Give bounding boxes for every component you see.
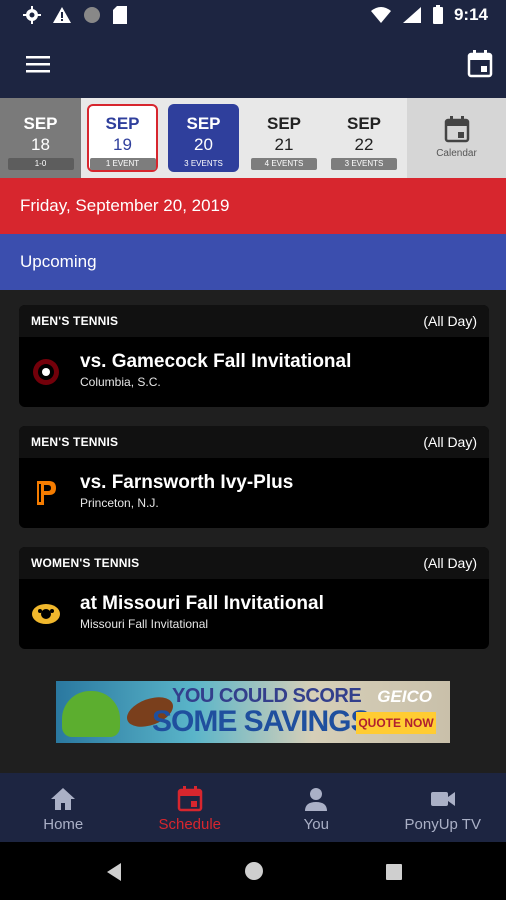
date-day: 18: [31, 135, 50, 154]
nav-home-label: Home: [43, 816, 84, 833]
app-bar: [0, 32, 506, 98]
back-icon[interactable]: [105, 862, 123, 882]
date-badge: 1-0: [7, 158, 74, 170]
person-icon: [305, 788, 328, 811]
signal-icon: [402, 7, 421, 23]
circle-status-icon: [84, 7, 100, 23]
date-day: 20: [194, 135, 213, 154]
ad-subheadline: SOME SAVINGS: [152, 705, 370, 738]
event-sport: MEN'S TENNIS: [31, 314, 119, 328]
event-location: Missouri Fall Invitational: [80, 617, 209, 631]
event-header: WOMEN'S TENNIS (All Day): [19, 547, 489, 579]
calendar-icon[interactable]: [466, 49, 494, 79]
schedule-icon: [177, 786, 202, 812]
bottom-nav: Home Schedule You PonyUp TV: [0, 773, 506, 842]
settings-gear-icon: [23, 6, 41, 24]
date-month: SEP: [23, 114, 58, 133]
video-camera-icon: [430, 792, 455, 806]
status-time: 9:14: [453, 5, 488, 24]
nav-ponyup-tv-label: PonyUp TV: [404, 816, 481, 833]
calendar-icon: [444, 116, 469, 143]
event-title: vs. Farnsworth Ivy-Plus: [80, 472, 294, 493]
date-badge: 3 EVENTS: [170, 158, 237, 170]
ad-quote-button[interactable]: QUOTE NOW: [356, 712, 436, 734]
date-badge: 1 EVENT: [89, 158, 156, 170]
hamburger-menu-icon[interactable]: [24, 52, 52, 76]
event-sport: WOMEN'S TENNIS: [31, 556, 140, 570]
battery-icon: [432, 5, 443, 24]
nav-schedule[interactable]: Schedule: [127, 773, 254, 842]
event-body: vs. Gamecock Fall Invitational Columbia,…: [19, 337, 489, 407]
date-day: 21: [274, 135, 294, 154]
date-day: 22: [354, 135, 374, 154]
event-body: at Missouri Fall Invitational Missouri F…: [19, 579, 489, 649]
recent-apps-icon[interactable]: [385, 863, 403, 881]
event-card[interactable]: MEN'S TENNIS (All Day) vs. Farnsworth Iv…: [19, 426, 489, 528]
event-location: Columbia, S.C.: [80, 375, 161, 389]
event-time: (All Day): [423, 434, 477, 450]
date-month: SEP: [105, 114, 140, 133]
event-sport: MEN'S TENNIS: [31, 435, 119, 449]
event-card[interactable]: MEN'S TENNIS (All Day) vs. Gamecock Fall…: [19, 305, 489, 407]
nav-ponyup-tv[interactable]: PonyUp TV: [380, 773, 506, 842]
date-month: SEP: [186, 114, 221, 133]
missouri-logo-icon: [32, 604, 60, 624]
date-month: SEP: [266, 114, 302, 133]
princeton-logo-icon: [37, 481, 56, 505]
date-tab-sep-19[interactable]: SEP 19 1 EVENT: [87, 104, 158, 172]
date-tab-sep-21[interactable]: SEP 21 4 EVENTS: [248, 98, 320, 178]
south-carolina-logo-icon: [33, 359, 59, 385]
date-tab-sep-20[interactable]: SEP 20 3 EVENTS: [168, 104, 239, 172]
calendar-tab[interactable]: Calendar: [407, 98, 506, 178]
ad-brand-logo: GEICO: [377, 687, 432, 706]
event-body: vs. Farnsworth Ivy-Plus Princeton, N.J.: [19, 458, 489, 528]
date-day: 19: [113, 135, 132, 154]
event-title: vs. Gamecock Fall Invitational: [80, 351, 352, 372]
date-badge: 3 EVENTS: [331, 158, 397, 170]
gecko-illustration: [62, 691, 120, 737]
nav-schedule-label: Schedule: [158, 816, 222, 833]
date-badge: 4 EVENTS: [251, 158, 317, 170]
upcoming-section-header: Upcoming: [0, 234, 506, 290]
system-navigation-bar: [0, 842, 506, 900]
home-icon: [51, 788, 76, 810]
wifi-icon: [370, 7, 391, 23]
event-header: MEN'S TENNIS (All Day): [19, 305, 489, 337]
home-circle-icon[interactable]: [244, 861, 264, 881]
calendar-label: Calendar: [436, 148, 477, 159]
nav-you-label: You: [303, 816, 329, 833]
date-tab-sep-18[interactable]: SEP 18 1-0: [0, 98, 81, 178]
ad-banner[interactable]: YOU COULD SCORE SOME SAVINGS GEICO QUOTE…: [56, 681, 450, 743]
date-tab-sep-22[interactable]: SEP 22 3 EVENTS: [328, 98, 400, 178]
event-card[interactable]: WOMEN'S TENNIS (All Day) at Missouri Fal…: [19, 547, 489, 649]
nav-you[interactable]: You: [253, 773, 380, 842]
nav-home[interactable]: Home: [0, 773, 127, 842]
event-time: (All Day): [423, 313, 477, 329]
event-header: MEN'S TENNIS (All Day): [19, 426, 489, 458]
date-month: SEP: [346, 114, 382, 133]
event-title: at Missouri Fall Invitational: [80, 593, 324, 614]
status-bar: 9:14: [0, 0, 506, 32]
selected-date-banner: Friday, September 20, 2019: [0, 178, 506, 234]
warning-icon: [53, 7, 71, 23]
event-location: Princeton, N.J.: [80, 496, 159, 510]
event-time: (All Day): [423, 555, 477, 571]
date-strip: SEP 18 1-0 SEP 19 1 EVENT SEP 20 3 EVENT…: [0, 98, 506, 178]
sd-card-icon: [113, 6, 127, 24]
